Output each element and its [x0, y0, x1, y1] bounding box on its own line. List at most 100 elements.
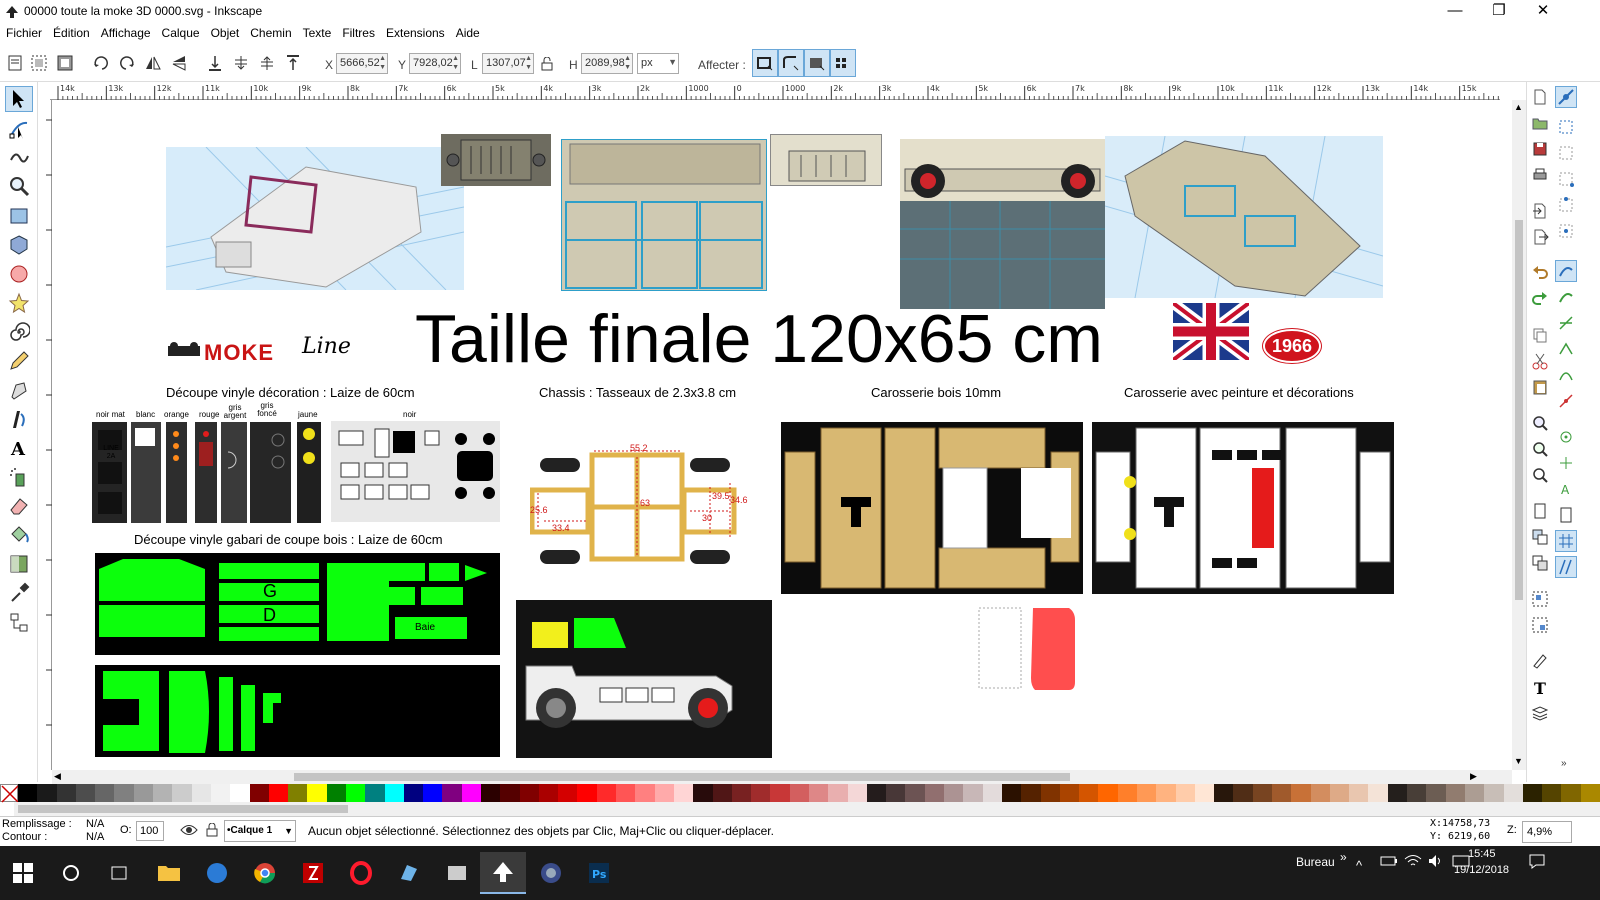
snap-intersection-icon[interactable] [1555, 312, 1577, 334]
snap-grid-icon[interactable] [1555, 530, 1577, 552]
zoom-page-icon[interactable] [1529, 464, 1551, 486]
palette-swatch[interactable] [18, 784, 38, 802]
app-ptp-icon[interactable] [194, 852, 240, 894]
maximize-button[interactable]: ❐ [1476, 0, 1522, 24]
menu-calque[interactable]: Calque [156, 24, 205, 40]
snap-midpoint-icon[interactable] [1555, 390, 1577, 412]
cortana-icon[interactable] [48, 852, 94, 894]
palette-swatch[interactable] [75, 784, 96, 802]
palette-swatch[interactable] [1349, 784, 1369, 802]
close-button[interactable]: ✕ [1520, 0, 1566, 24]
palette-swatch[interactable] [423, 784, 443, 802]
palette-swatch[interactable] [770, 784, 791, 802]
snap-guide-icon[interactable] [1555, 556, 1577, 578]
snap-nodes-icon[interactable] [1555, 260, 1577, 282]
menu-objet[interactable]: Objet [205, 24, 245, 40]
snap-paths-icon[interactable] [1555, 286, 1577, 308]
snap-bbox-icon[interactable] [1555, 116, 1577, 138]
zoom-input[interactable]: 4,9% [1522, 821, 1572, 843]
palette-swatch[interactable] [519, 784, 540, 802]
snap-text-baseline-icon[interactable]: A [1555, 478, 1577, 500]
drawing-canvas[interactable]: MOKE Line Taille finale 120x65 cm 1966 D… [52, 100, 1512, 770]
tray-chevron-icon[interactable]: ^ [1356, 858, 1362, 873]
zoom-drawing-icon[interactable] [1529, 438, 1551, 460]
palette-swatch[interactable] [1464, 784, 1485, 802]
lower-icon[interactable] [230, 52, 252, 74]
clock-time[interactable]: 15:45 [1468, 848, 1496, 860]
scale-stroke-toggle[interactable] [752, 49, 778, 77]
text-font-icon[interactable]: T [1529, 676, 1551, 698]
rotate-ccw-icon[interactable] [90, 52, 112, 74]
pen-tool-icon[interactable] [5, 377, 33, 403]
volume-icon[interactable] [1428, 854, 1446, 871]
import-icon[interactable] [1529, 200, 1551, 222]
palette-swatch[interactable] [1426, 784, 1447, 802]
duplicate-icon[interactable] [1529, 500, 1551, 522]
raise-to-top-icon[interactable] [282, 52, 304, 74]
palette-swatch[interactable] [1117, 784, 1138, 802]
rotate-cw-icon[interactable] [116, 52, 138, 74]
rectangle-tool-icon[interactable] [5, 203, 33, 229]
palette-swatch[interactable] [1387, 784, 1408, 802]
pencil-tool-icon[interactable] [5, 348, 33, 374]
layer-select[interactable]: •Calque 1 ▼ [224, 820, 296, 842]
zoom-selection-icon[interactable] [1529, 412, 1551, 434]
palette-swatch[interactable] [1329, 784, 1350, 802]
palette-swatch[interactable] [1272, 784, 1292, 802]
photoshop-icon[interactable]: Ps [576, 852, 622, 894]
ellipse-tool-icon[interactable] [5, 261, 33, 287]
palette-swatch[interactable] [172, 784, 193, 802]
clock-date[interactable]: 19/12/2018 [1454, 864, 1509, 876]
palette-swatch[interactable] [982, 784, 1003, 802]
palette-swatch[interactable] [288, 784, 308, 802]
no-paint-swatch[interactable] [0, 784, 19, 803]
cut-icon[interactable] [1529, 350, 1551, 372]
tweak-tool-icon[interactable] [5, 144, 33, 170]
connector-tool-icon[interactable] [5, 609, 33, 635]
layers-icon[interactable] [1529, 702, 1551, 724]
gradient-tool-icon[interactable] [5, 551, 33, 577]
palette-scrollbar[interactable] [14, 802, 1600, 816]
redo-icon[interactable] [1529, 288, 1551, 310]
snap-toggle-icon[interactable] [1555, 86, 1577, 108]
menu-affichage[interactable]: Affichage [95, 24, 156, 40]
palette-swatch[interactable] [866, 784, 887, 802]
scroll-up-icon[interactable]: ▲ [1514, 102, 1523, 112]
opera-icon[interactable] [338, 852, 384, 894]
palette-swatch[interactable] [1407, 784, 1427, 802]
clone-icon[interactable] [1529, 526, 1551, 548]
palette-swatch[interactable] [268, 784, 289, 802]
palette-swatch[interactable] [1252, 784, 1273, 802]
snap-rotation-center-icon[interactable] [1555, 452, 1577, 474]
notifications-icon[interactable] [1528, 852, 1546, 873]
palette-swatch[interactable] [403, 784, 424, 802]
snap-bbox-mid-icon[interactable] [1555, 194, 1577, 216]
y-input[interactable]: 7928,02 ▲ ▼ [409, 53, 461, 74]
save-icon[interactable] [1529, 138, 1551, 160]
flip-vertical-icon[interactable] [168, 52, 190, 74]
power-icon[interactable] [1380, 854, 1398, 871]
palette-swatch[interactable] [461, 784, 482, 802]
invert-selection-icon[interactable] [54, 52, 76, 74]
spiral-tool-icon[interactable] [5, 319, 33, 345]
palette-swatch[interactable] [345, 784, 366, 802]
menu-chemin[interactable]: Chemin [244, 24, 296, 40]
palette-swatch[interactable] [1233, 784, 1254, 802]
group-icon[interactable] [1529, 588, 1551, 610]
raise-icon[interactable] [256, 52, 278, 74]
calligraphy-tool-icon[interactable] [5, 406, 33, 432]
palette-swatch[interactable] [56, 784, 77, 802]
unit-select[interactable]: px ▼ [637, 53, 679, 74]
copy-icon[interactable] [1529, 324, 1551, 346]
palette-swatch[interactable] [1059, 784, 1080, 802]
palette-swatch[interactable] [365, 784, 386, 802]
palette-swatch[interactable] [1156, 784, 1177, 802]
menu-filtres[interactable]: Filtres [336, 24, 380, 40]
palette-swatches[interactable] [18, 784, 1600, 802]
palette-swatch[interactable] [1484, 784, 1505, 802]
palette-swatch[interactable] [963, 784, 984, 802]
select-all-layers-icon[interactable] [28, 52, 50, 74]
vertical-scrollbar[interactable]: ▲ ▼ [1512, 100, 1526, 770]
visibility-eye-icon[interactable] [180, 823, 198, 840]
spray-tool-icon[interactable] [5, 464, 33, 490]
